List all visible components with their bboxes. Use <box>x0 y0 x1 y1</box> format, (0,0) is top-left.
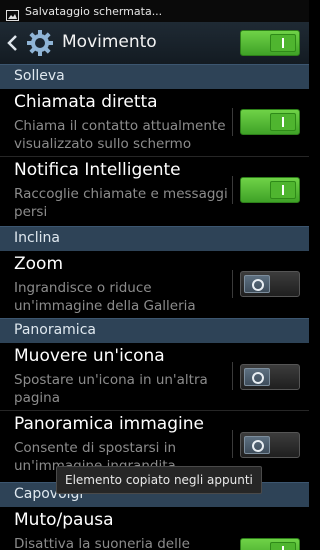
item-description: Raccoglie chiamate e messaggi persi <box>14 186 228 220</box>
list-item-zoom[interactable]: Zoom Ingrandisce o riduce un'immagine de… <box>0 250 309 319</box>
section-header-solleva: Solleva <box>0 64 309 89</box>
list-item-muovere-icona[interactable]: Muovere un'icona Spostare un'icona in un… <box>0 342 309 411</box>
section-header-panoramica: Panoramica <box>0 318 309 343</box>
toggle-knob <box>270 113 296 131</box>
back-chevron-icon[interactable] <box>6 34 18 52</box>
section-header-inclina: Inclina <box>0 226 309 251</box>
divider <box>232 176 233 204</box>
divider <box>232 362 233 390</box>
item-title: Muovere un'icona <box>14 346 165 366</box>
item-description: Ingrandisce o riduce un'immagine della G… <box>14 280 196 314</box>
divider <box>232 270 233 298</box>
toggle-knob <box>244 436 270 454</box>
toggle-panoramica-immagine[interactable] <box>240 432 300 458</box>
page-title: Movimento <box>62 32 157 52</box>
image-icon <box>6 6 19 21</box>
toggle-knob <box>270 34 296 52</box>
divider <box>232 430 233 458</box>
item-title: Zoom <box>14 254 64 274</box>
toggle-zoom[interactable] <box>240 271 300 297</box>
status-notification-text: Salvataggio schermata... <box>25 4 163 18</box>
toggle-knob <box>244 368 270 386</box>
section-label: Inclina <box>14 230 60 246</box>
item-description: Spostare un'icona in un'altra pagina <box>14 372 208 406</box>
list-item-chiamata-diretta[interactable]: Chiamata diretta Chiama il contatto attu… <box>0 88 309 157</box>
item-title: Notifica Intelligente <box>14 160 181 180</box>
toggle-muovere-icona[interactable] <box>240 364 300 390</box>
toggle-knob <box>270 542 296 550</box>
item-title: Panoramica immagine <box>14 414 204 434</box>
status-bar: Salvataggio schermata... <box>0 0 309 22</box>
toggle-muto-pausa[interactable] <box>240 538 300 550</box>
item-description: Chiama il contatto attualmente visualizz… <box>14 118 226 152</box>
item-title: Chiamata diretta <box>14 92 158 112</box>
section-label: Panoramica <box>14 322 96 338</box>
gear-icon[interactable] <box>26 29 54 57</box>
item-description: Disattiva la suoneria delle <box>14 536 190 550</box>
divider <box>232 108 233 136</box>
list-item-notifica-intelligente[interactable]: Notifica Intelligente Raccoglie chiamate… <box>0 156 309 227</box>
toggle-knob <box>270 181 296 199</box>
master-toggle[interactable] <box>240 30 300 56</box>
toggle-knob <box>244 275 270 293</box>
action-bar: Movimento <box>0 22 309 65</box>
section-label: Solleva <box>14 68 65 84</box>
toast-message: Elemento copiato negli appunti <box>56 466 262 494</box>
item-title: Muto/pausa <box>14 510 114 530</box>
toggle-notifica-intelligente[interactable] <box>240 177 300 203</box>
list-item-muto-pausa[interactable]: Muto/pausa Disattiva la suoneria delle <box>0 506 309 550</box>
toggle-chiamata-diretta[interactable] <box>240 109 300 135</box>
